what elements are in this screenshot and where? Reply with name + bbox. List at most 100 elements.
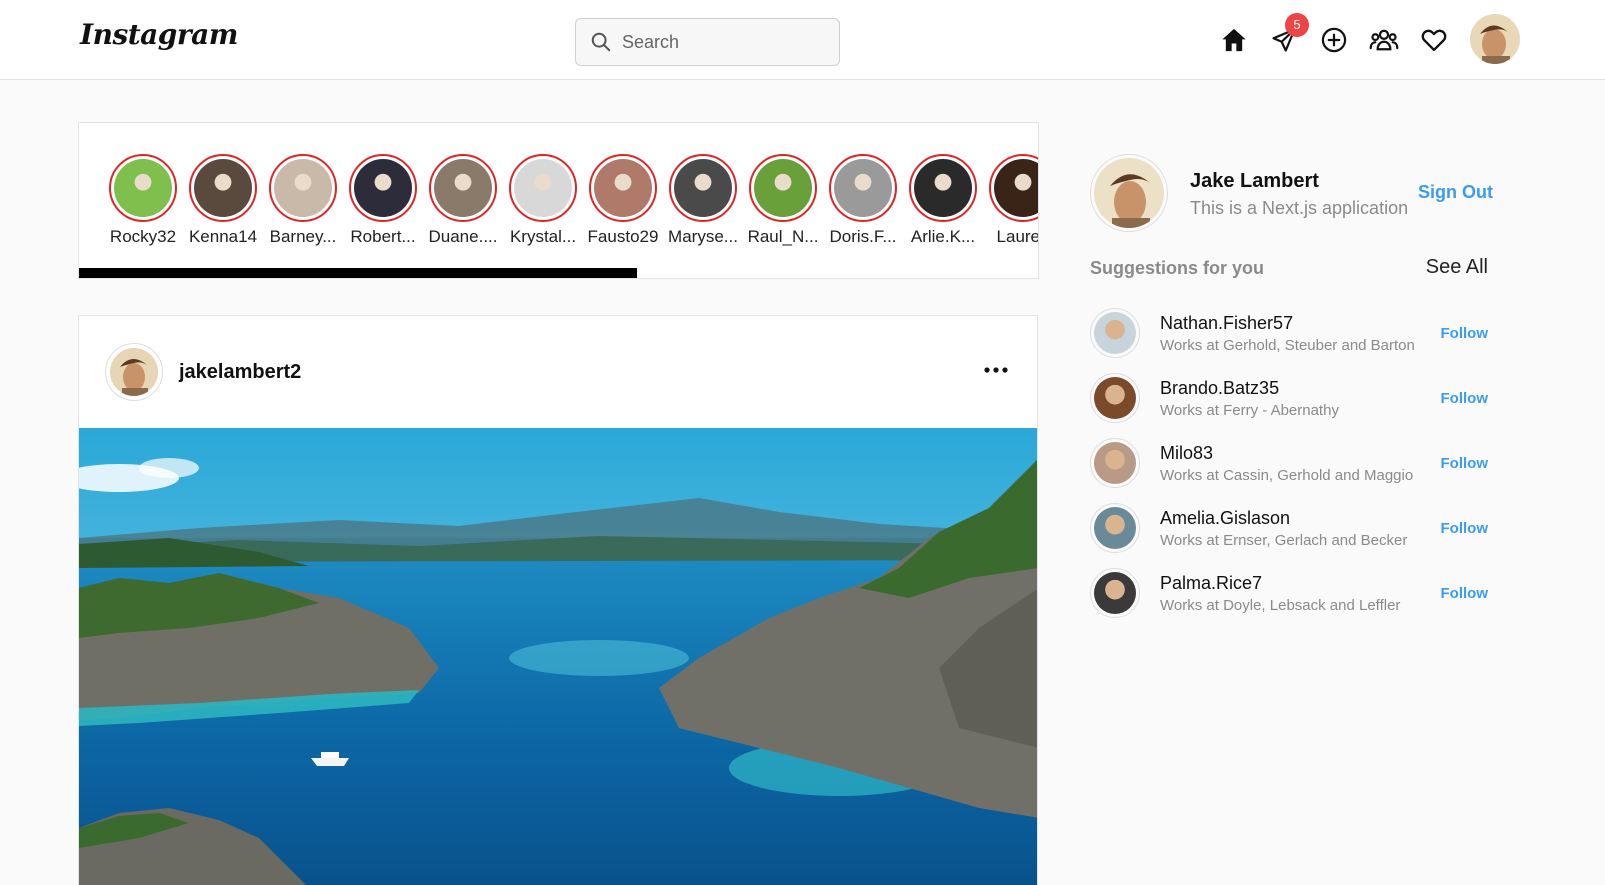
profile-avatar[interactable]: [1090, 154, 1168, 232]
story-item[interactable]: Lauren: [989, 154, 1038, 247]
story-photo: [834, 159, 892, 217]
search-icon: [591, 32, 611, 52]
story-item[interactable]: Maryse...: [668, 154, 738, 247]
suggestion-item: Nathan.Fisher57 Works at Gerhold, Steuber…: [1090, 308, 1488, 373]
story-item[interactable]: Rocky32: [109, 154, 177, 247]
story-photo: [594, 159, 652, 217]
search-input[interactable]: [622, 31, 822, 53]
suggestion-avatar[interactable]: [1090, 568, 1140, 618]
stories-bar: Rocky32 Kenna14 Barney... Robert... Duane...…: [78, 122, 1039, 279]
story-avatar[interactable]: [669, 154, 737, 222]
avatar-photo: [1470, 14, 1520, 64]
story-avatar[interactable]: [349, 154, 417, 222]
sign-out-button[interactable]: Sign Out: [1418, 182, 1493, 203]
follow-button[interactable]: Follow: [1441, 520, 1489, 537]
story-avatar[interactable]: [109, 154, 177, 222]
story-item[interactable]: Raul_N...: [747, 154, 819, 247]
story-photo: [114, 159, 172, 217]
story-username: Raul_N...: [747, 227, 819, 246]
story-avatar[interactable]: [909, 154, 977, 222]
story-avatar[interactable]: [829, 154, 897, 222]
story-photo: [434, 159, 492, 217]
story-item[interactable]: Kenna14: [189, 154, 257, 247]
story-avatar[interactable]: [189, 154, 257, 222]
story-item[interactable]: Robert...: [349, 154, 417, 247]
activity-button[interactable]: [1418, 25, 1449, 56]
story-photo: [994, 159, 1038, 217]
story-item[interactable]: Barney...: [269, 154, 337, 247]
suggestion-username[interactable]: Brando.Batz35: [1160, 378, 1279, 399]
story-avatar[interactable]: [429, 154, 497, 222]
story-avatar[interactable]: [589, 154, 657, 222]
story-avatar[interactable]: [269, 154, 337, 222]
suggestion-username[interactable]: Nathan.Fisher57: [1160, 313, 1293, 334]
suggestion-username[interactable]: Amelia.Gislason: [1160, 508, 1290, 529]
avatar-photo: [1094, 158, 1164, 228]
new-post-button[interactable]: [1318, 25, 1349, 56]
suggestion-username[interactable]: Palma.Rice7: [1160, 573, 1262, 594]
suggestion-avatar[interactable]: [1090, 503, 1140, 553]
suggestion-avatar[interactable]: [1090, 373, 1140, 423]
story-photo: [674, 159, 732, 217]
story-username: Kenna14: [188, 227, 258, 246]
story-item[interactable]: Doris.F...: [829, 154, 897, 247]
story-username: Fausto29: [587, 227, 659, 246]
suggestions-title: Suggestions for you: [1090, 258, 1265, 278]
story-avatar[interactable]: [509, 154, 577, 222]
follow-button[interactable]: Follow: [1441, 455, 1489, 472]
post-image[interactable]: [79, 428, 1038, 885]
post-username[interactable]: jakelambert2: [179, 361, 301, 384]
story-username: Maryse...: [668, 227, 738, 246]
suggestion-avatar[interactable]: [1090, 308, 1140, 358]
scrollbar-thumb[interactable]: [79, 268, 637, 278]
story-item[interactable]: Arlie.K...: [909, 154, 977, 247]
stories-scrollbar[interactable]: [79, 268, 1038, 278]
follow-button[interactable]: Follow: [1441, 585, 1489, 602]
story-username: Barney...: [269, 227, 337, 246]
post-options-button[interactable]: [981, 358, 1011, 382]
story-photo: [194, 159, 252, 217]
suggestion-photo: [1094, 442, 1136, 484]
more-horizontal-icon: [984, 367, 1008, 373]
suggestions-header: Suggestions for you See All: [1090, 256, 1488, 282]
suggestion-item: Milo83 Works at Cassin, Gerhold and Maggi…: [1090, 438, 1488, 503]
story-item[interactable]: Duane....: [429, 154, 498, 247]
story-username: Arlie.K...: [910, 227, 976, 246]
suggestion-workplace: Works at Cassin, Gerhold and Maggio: [1160, 467, 1414, 484]
follow-button[interactable]: Follow: [1441, 390, 1489, 407]
story-photo: [754, 159, 812, 217]
user-group-icon: [1369, 29, 1398, 51]
home-icon: [1221, 28, 1246, 52]
avatar-photo: [110, 348, 158, 396]
profile-subtitle: This is a Next.js application: [1190, 198, 1409, 218]
story-username: Robert...: [350, 227, 416, 246]
suggestion-workplace: Works at Gerhold, Steuber and Barton: [1160, 337, 1415, 354]
suggestion-photo: [1094, 507, 1136, 549]
suggestion-username[interactable]: Milo83: [1160, 443, 1213, 464]
search-bar[interactable]: [575, 18, 840, 66]
suggestion-photo: [1094, 377, 1136, 419]
story-item[interactable]: Krystal...: [509, 154, 577, 247]
suggestion-workplace: Works at Ferry - Abernathy: [1160, 402, 1339, 419]
story-photo: [514, 159, 572, 217]
story-item[interactable]: Fausto29: [587, 154, 659, 247]
messages-button[interactable]: 5: [1268, 12, 1309, 56]
story-username: Doris.F...: [829, 227, 897, 246]
story-photo: [274, 159, 332, 217]
suggestion-item: Brando.Batz35 Works at Ferry - Abernathy F…: [1090, 373, 1488, 438]
instagram-logo[interactable]: Instagram: [80, 18, 238, 51]
story-photo: [354, 159, 412, 217]
suggestion-avatar[interactable]: [1090, 438, 1140, 488]
heart-icon: [1421, 29, 1446, 52]
story-avatar[interactable]: [749, 154, 817, 222]
people-button[interactable]: [1368, 25, 1399, 56]
suggestion-workplace: Works at Ernser, Gerlach and Becker: [1160, 532, 1408, 549]
story-avatar[interactable]: [989, 154, 1038, 222]
see-all-link[interactable]: See All: [1426, 256, 1488, 279]
header-avatar[interactable]: [1470, 14, 1520, 64]
home-button[interactable]: [1218, 25, 1249, 56]
follow-button[interactable]: Follow: [1441, 325, 1489, 342]
suggestions-list: Nathan.Fisher57 Works at Gerhold, Steuber…: [1090, 308, 1488, 633]
post-avatar[interactable]: [105, 343, 163, 401]
nav-icons: 5: [1218, 12, 1449, 60]
